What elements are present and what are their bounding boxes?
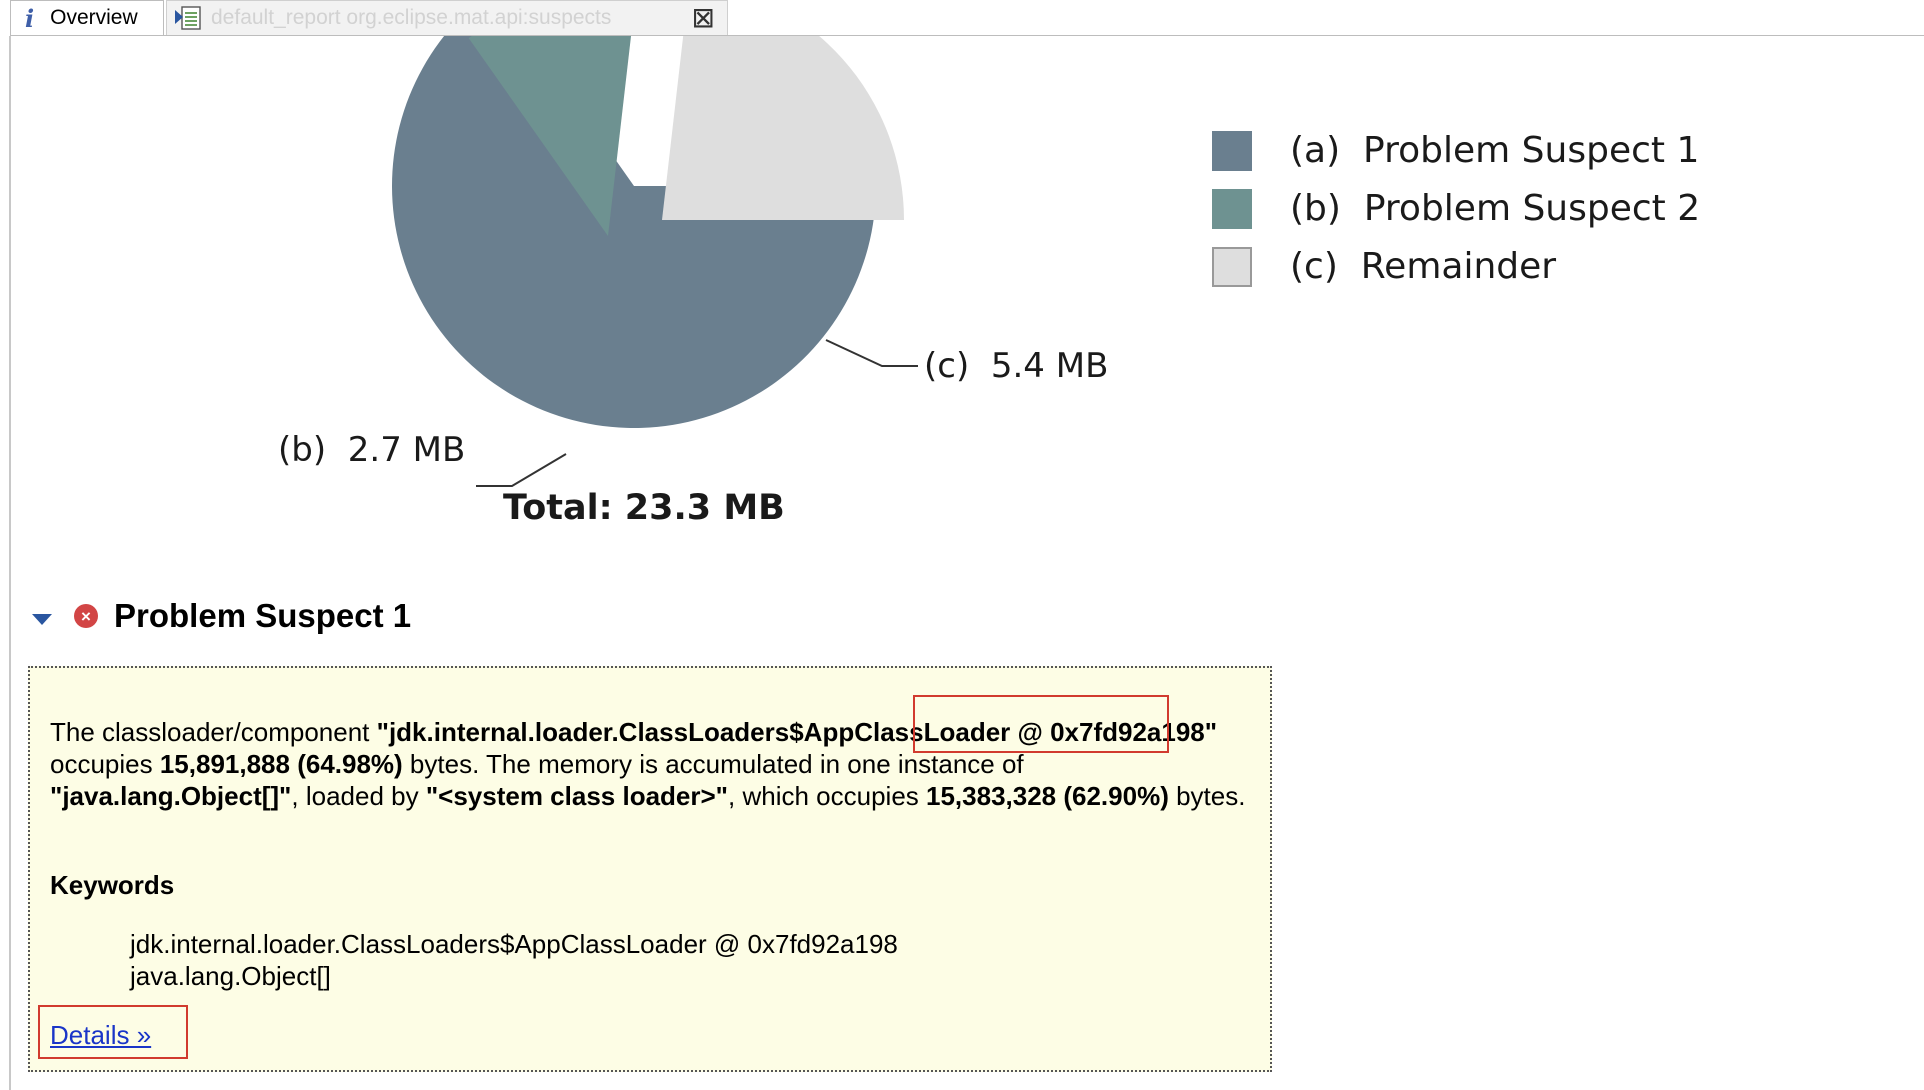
legend-swatch-a — [1212, 130, 1252, 171]
desc-loader: "<system class loader>" — [425, 781, 729, 811]
legend-label-c: (c) Remainder — [1290, 246, 1557, 287]
desc-text-3: bytes. The memory is accumulated in one … — [402, 749, 1024, 779]
desc-object-size: 15,383,328 (62.90%) — [926, 781, 1169, 811]
keyword-item: java.lang.Object[] — [130, 961, 331, 991]
legend-item-b: (b) Problem Suspect 2 — [1212, 188, 1700, 229]
slice-label-c-key: (c) — [924, 346, 970, 386]
desc-text-4: , loaded by — [291, 781, 426, 811]
tab-overview[interactable]: i Overview — [10, 0, 164, 35]
desc-text-5: , which occupies — [728, 781, 926, 811]
collapse-triangle-icon[interactable] — [32, 613, 52, 625]
legend-swatch-b — [1212, 188, 1252, 229]
leader-line-c — [825, 339, 918, 367]
slice-label-c-value: 5.4 MB — [990, 346, 1109, 386]
highlight-annotation-details — [38, 1005, 188, 1059]
error-icon: × — [74, 604, 98, 628]
desc-retained-size: 15,891,888 (64.98%) — [159, 749, 403, 779]
tab-default-report-label: default_report org.eclipse.mat.api:suspe… — [211, 6, 612, 29]
tab-default-report[interactable]: default_report org.eclipse.mat.api:suspe… — [166, 0, 728, 35]
keywords-list: jdk.internal.loader.ClassLoaders$AppClas… — [130, 928, 898, 992]
info-icon: i — [25, 3, 35, 33]
section-title: Problem Suspect 1 — [114, 597, 412, 634]
chart-total: Total: 23.3 MB — [503, 488, 785, 528]
leader-line-b — [476, 453, 567, 487]
legend-label-b: (b) Problem Suspect 2 — [1290, 188, 1701, 229]
keyword-item: jdk.internal.loader.ClassLoaders$AppClas… — [130, 929, 898, 959]
slice-label-c: (c) 5.4 MB — [924, 346, 1108, 386]
desc-text-6: bytes. — [1168, 781, 1246, 811]
legend-item-c: (c) Remainder — [1212, 246, 1556, 287]
slice-label-b-value: 2.7 MB — [347, 430, 466, 470]
tab-overview-label: Overview — [50, 6, 138, 29]
desc-text-1: The classloader/component — [50, 717, 377, 747]
slice-label-b-key: (b) — [278, 430, 327, 470]
close-icon[interactable]: ⊠ — [692, 4, 715, 32]
suspect-description-box: The classloader/component "jdk.internal.… — [28, 666, 1272, 1072]
problem-suspect-header[interactable]: × Problem Suspect 1 — [32, 596, 411, 636]
slice-label-b: (b) 2.7 MB — [278, 430, 465, 470]
pie-slice-c — [662, 36, 904, 220]
highlight-annotation-appclassloader — [913, 695, 1169, 753]
keywords-title: Keywords — [50, 870, 175, 900]
legend-swatch-c — [1212, 246, 1252, 287]
legend-label-a: (a) Problem Suspect 1 — [1290, 130, 1700, 171]
editor-tab-bar: i Overview default_report org.eclipse.ma… — [0, 0, 1924, 36]
legend-item-a: (a) Problem Suspect 1 — [1212, 130, 1699, 171]
desc-text-2: occupies — [50, 749, 160, 779]
report-icon — [175, 6, 201, 30]
pie-chart — [392, 36, 918, 487]
desc-object-type: "java.lang.Object[]" — [50, 781, 292, 811]
